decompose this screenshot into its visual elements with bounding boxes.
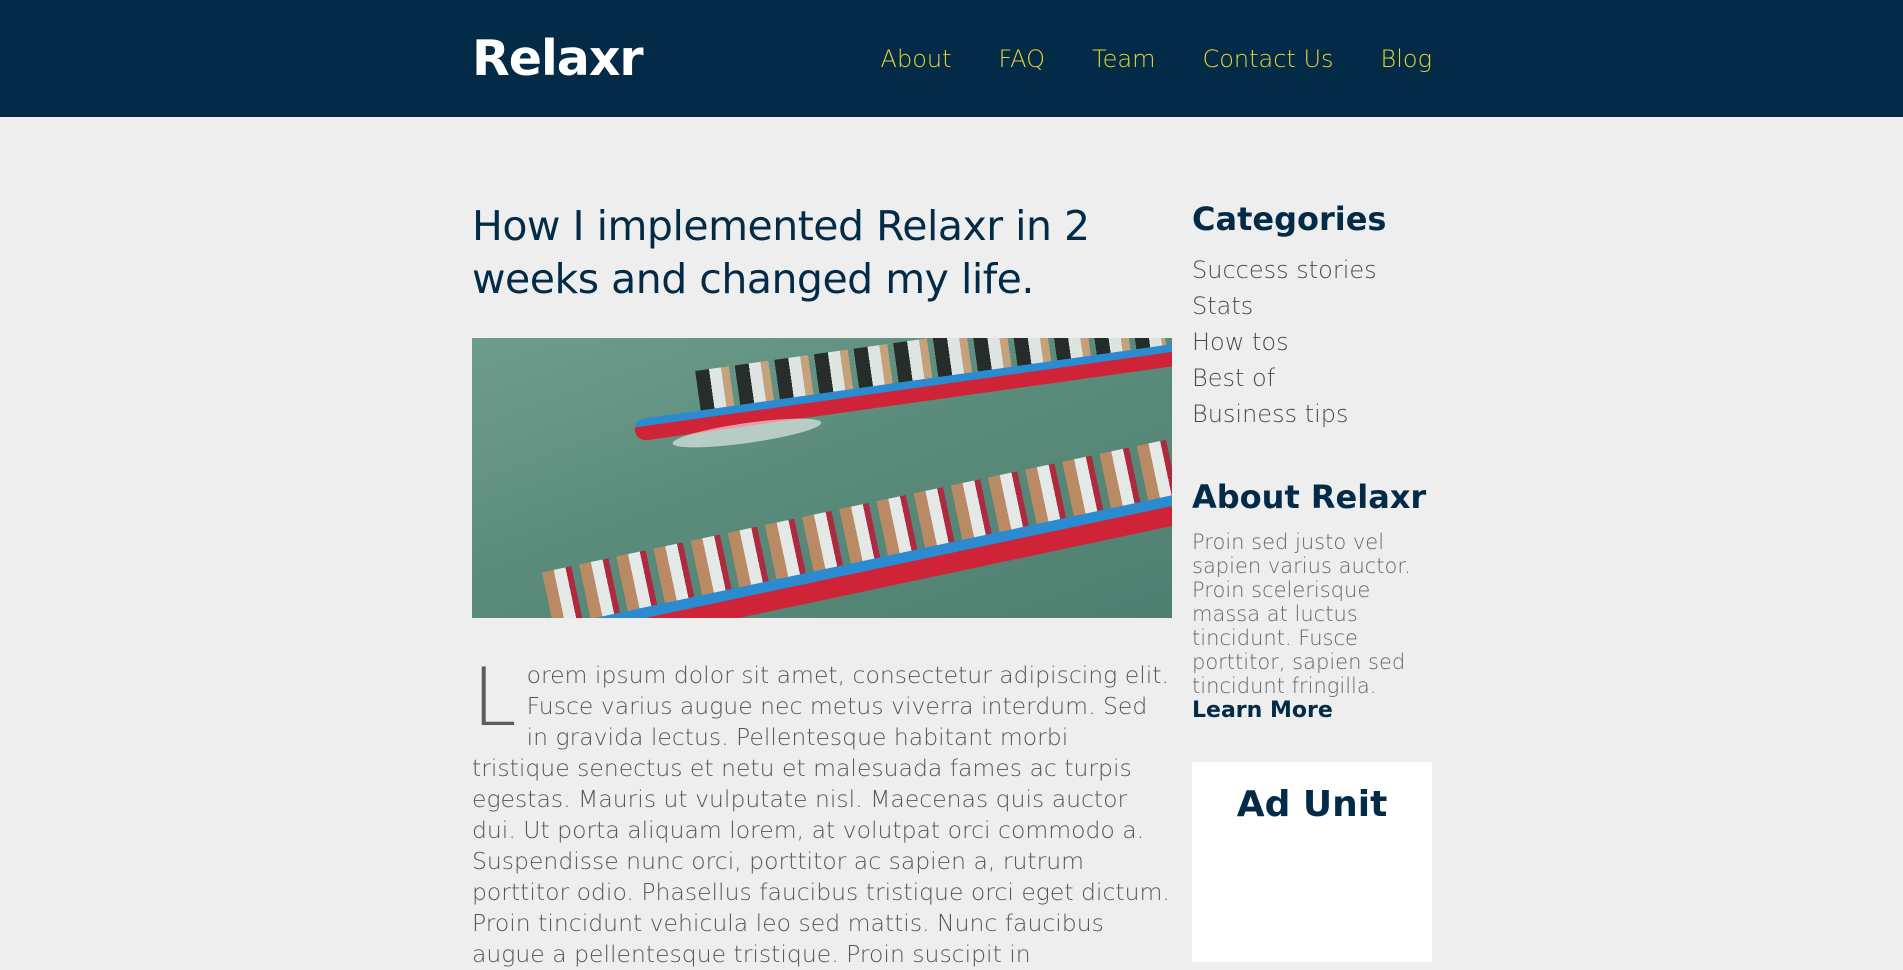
categories-heading: Categories [1192,200,1387,238]
categories-list: Success stories Stats How tos Best of Bu… [1192,252,1432,432]
sidebar: Categories Success stories Stats How tos… [1192,196,1432,962]
category-how-tos[interactable]: How tos [1192,324,1432,360]
nav-link-about[interactable]: About [881,44,952,74]
category-best-of[interactable]: Best of [1192,360,1432,396]
post-body: Lorem ipsum dolor sit amet, consectetur … [472,651,1172,970]
post-body-text: orem ipsum dolor sit amet, consectetur a… [472,661,1170,968]
ad-unit[interactable]: Ad Unit [1192,762,1432,962]
nav-link-faq[interactable]: FAQ [999,44,1046,74]
drop-cap: L [472,651,517,744]
ad-label: Ad Unit [1236,784,1388,825]
logo[interactable]: Relaxr [472,30,644,88]
site-header: Relaxr About FAQ Team Contact Us Blog [0,0,1903,117]
category-stats[interactable]: Stats [1192,288,1432,324]
nav-link-contact-us[interactable]: Contact Us [1202,44,1333,74]
nav-link-blog[interactable]: Blog [1381,44,1432,74]
learn-more-link[interactable]: Learn More [1192,698,1432,724]
category-success-stories[interactable]: Success stories [1192,252,1432,288]
category-business-tips[interactable]: Business tips [1192,396,1432,432]
hero-image [472,338,1172,618]
main-nav: About FAQ Team Contact Us Blog [881,44,1432,74]
blog-post: How I implemented Relaxr in 2 weeks and … [472,200,1172,970]
post-title: How I implemented Relaxr in 2 weeks and … [472,202,1090,303]
nav-link-team[interactable]: Team [1092,44,1155,74]
about-heading: About Relaxr [1192,478,1427,516]
about-text: Proin sed justo vel sapien varius auctor… [1192,530,1411,698]
